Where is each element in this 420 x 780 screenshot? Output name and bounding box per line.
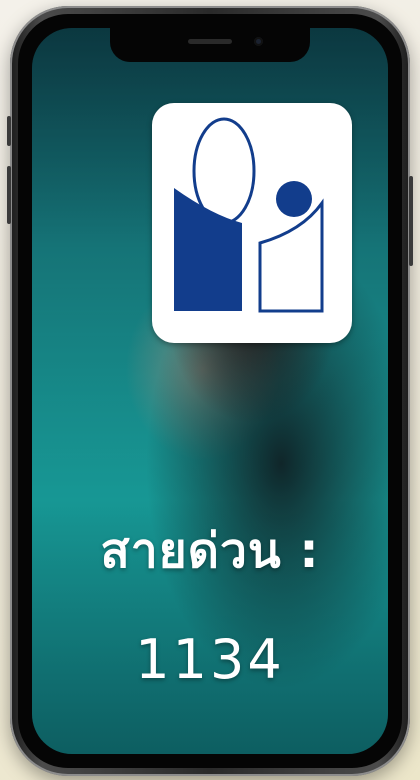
notch [110, 28, 310, 62]
logo-right-block [258, 198, 324, 313]
hotline-label: สายด่วน : [100, 523, 320, 579]
volume-button [7, 116, 11, 146]
phone-screen: สายด่วน : 1134 [32, 28, 388, 754]
logo-dot [276, 181, 312, 217]
logo-mark-icon [174, 117, 324, 313]
hotline-number[interactable]: 1134 [32, 628, 388, 691]
organization-logo [152, 103, 352, 343]
speaker-grille-icon [188, 39, 232, 44]
logo-left-block [174, 188, 242, 311]
power-button [409, 176, 413, 266]
front-camera-icon [254, 37, 263, 46]
phone-frame: สายด่วน : 1134 [7, 6, 413, 776]
phone-bezel: สายด่วน : 1134 [18, 14, 402, 768]
volume-button [7, 166, 11, 224]
